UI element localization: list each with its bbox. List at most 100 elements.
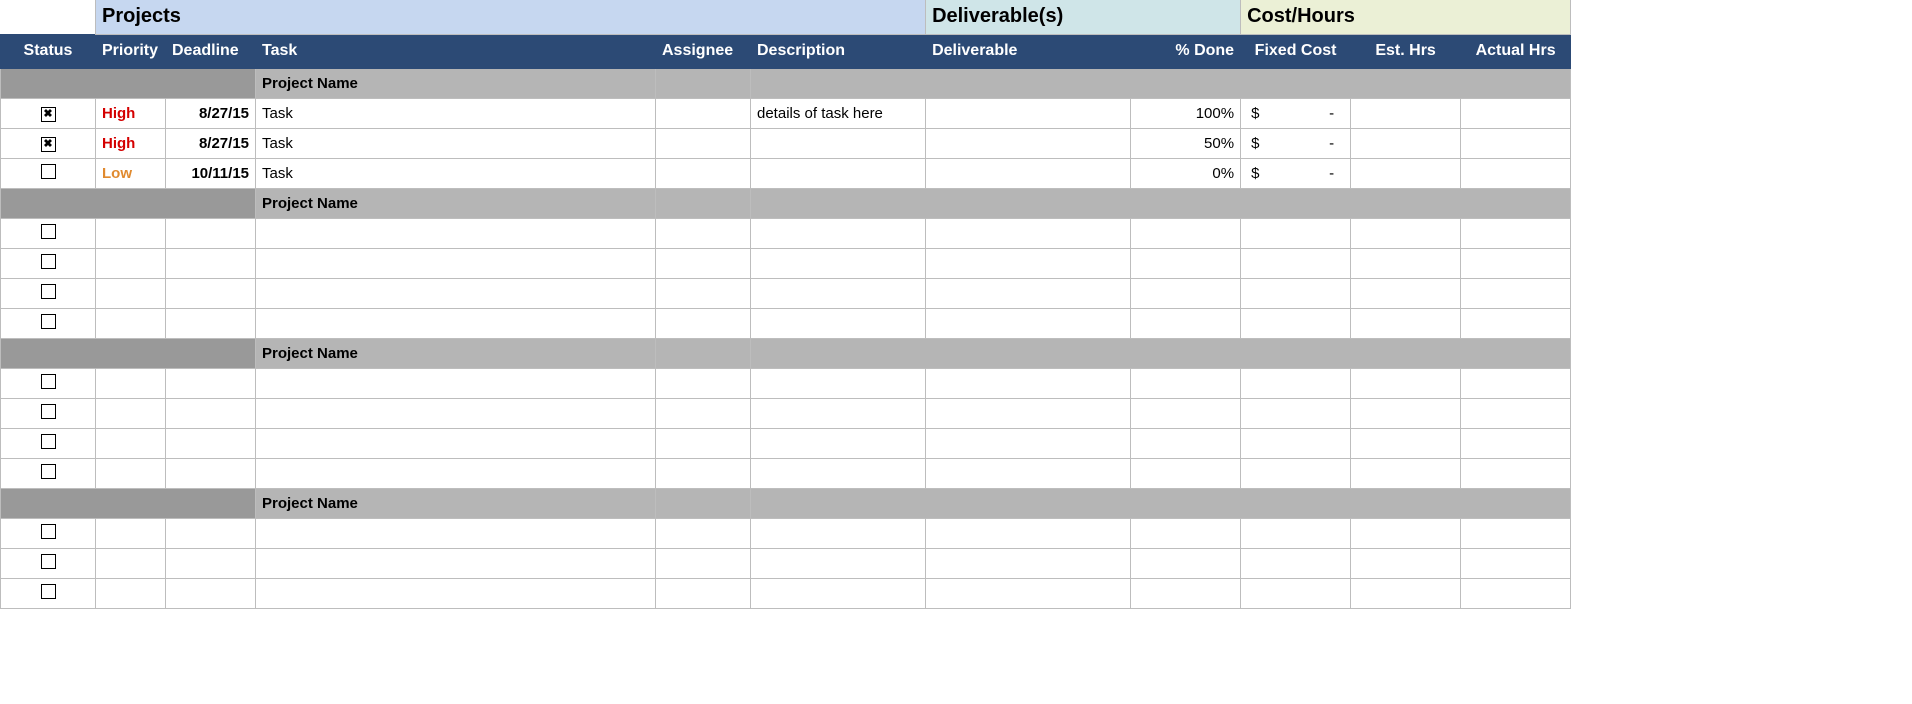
fixed-cost-cell[interactable] xyxy=(1241,458,1351,488)
status-cell[interactable] xyxy=(1,428,96,458)
priority-cell[interactable] xyxy=(96,278,166,308)
task-row[interactable] xyxy=(1,428,1571,458)
status-cell[interactable] xyxy=(1,368,96,398)
deadline-cell[interactable] xyxy=(166,428,256,458)
actual-hrs-cell[interactable] xyxy=(1461,518,1571,548)
col-assignee[interactable]: Assignee xyxy=(656,34,751,68)
status-checkbox-icon[interactable] xyxy=(41,554,56,569)
project-name-cell[interactable]: Project Name xyxy=(256,338,656,368)
project-group-row[interactable]: Project Name xyxy=(1,68,1571,98)
task-row[interactable] xyxy=(1,278,1571,308)
est-hrs-cell[interactable] xyxy=(1351,518,1461,548)
est-hrs-cell[interactable] xyxy=(1351,428,1461,458)
deliverable-cell[interactable] xyxy=(926,518,1131,548)
fixed-cost-cell[interactable]: $- xyxy=(1241,158,1351,188)
actual-hrs-cell[interactable] xyxy=(1461,368,1571,398)
status-cell[interactable] xyxy=(1,578,96,608)
description-cell[interactable]: details of task here xyxy=(751,98,926,128)
actual-hrs-cell[interactable] xyxy=(1461,458,1571,488)
pct-done-cell[interactable] xyxy=(1131,248,1241,278)
status-cell[interactable] xyxy=(1,248,96,278)
description-cell[interactable] xyxy=(751,158,926,188)
description-cell[interactable] xyxy=(751,458,926,488)
pct-done-cell[interactable] xyxy=(1131,548,1241,578)
project-group-row[interactable]: Project Name xyxy=(1,338,1571,368)
status-cell[interactable] xyxy=(1,158,96,188)
assignee-cell[interactable] xyxy=(656,98,751,128)
description-cell[interactable] xyxy=(751,548,926,578)
deliverable-cell[interactable] xyxy=(926,458,1131,488)
actual-hrs-cell[interactable] xyxy=(1461,398,1571,428)
task-cell[interactable] xyxy=(256,518,656,548)
deadline-cell[interactable] xyxy=(166,248,256,278)
description-cell[interactable] xyxy=(751,518,926,548)
fixed-cost-cell[interactable] xyxy=(1241,518,1351,548)
deadline-cell[interactable]: 10/11/15 xyxy=(166,158,256,188)
description-cell[interactable] xyxy=(751,578,926,608)
actual-hrs-cell[interactable] xyxy=(1461,578,1571,608)
priority-cell[interactable] xyxy=(96,218,166,248)
pct-done-cell[interactable] xyxy=(1131,578,1241,608)
deadline-cell[interactable] xyxy=(166,518,256,548)
col-pct-done[interactable]: % Done xyxy=(1131,34,1241,68)
task-row[interactable] xyxy=(1,578,1571,608)
pct-done-cell[interactable] xyxy=(1131,398,1241,428)
deadline-cell[interactable] xyxy=(166,368,256,398)
status-checkbox-icon[interactable] xyxy=(41,434,56,449)
assignee-cell[interactable] xyxy=(656,398,751,428)
pct-done-cell[interactable]: 100% xyxy=(1131,98,1241,128)
task-cell[interactable] xyxy=(256,548,656,578)
deliverable-cell[interactable] xyxy=(926,308,1131,338)
actual-hrs-cell[interactable] xyxy=(1461,248,1571,278)
project-name-cell[interactable]: Project Name xyxy=(256,488,656,518)
pct-done-cell[interactable] xyxy=(1131,278,1241,308)
deliverable-cell[interactable] xyxy=(926,128,1131,158)
actual-hrs-cell[interactable] xyxy=(1461,218,1571,248)
est-hrs-cell[interactable] xyxy=(1351,458,1461,488)
col-status[interactable]: Status xyxy=(1,34,96,68)
fixed-cost-cell[interactable]: $- xyxy=(1241,128,1351,158)
status-checkbox-icon[interactable] xyxy=(41,584,56,599)
status-checkbox-icon[interactable] xyxy=(41,404,56,419)
deliverable-cell[interactable] xyxy=(926,158,1131,188)
status-cell[interactable] xyxy=(1,308,96,338)
task-row[interactable] xyxy=(1,248,1571,278)
col-est-hrs[interactable]: Est. Hrs xyxy=(1351,34,1461,68)
status-checkbox-icon[interactable] xyxy=(41,524,56,539)
deadline-cell[interactable]: 8/27/15 xyxy=(166,128,256,158)
description-cell[interactable] xyxy=(751,308,926,338)
task-row[interactable] xyxy=(1,398,1571,428)
pct-done-cell[interactable] xyxy=(1131,428,1241,458)
fixed-cost-cell[interactable] xyxy=(1241,368,1351,398)
fixed-cost-cell[interactable] xyxy=(1241,578,1351,608)
actual-hrs-cell[interactable] xyxy=(1461,278,1571,308)
col-fixed-cost[interactable]: Fixed Cost xyxy=(1241,34,1351,68)
description-cell[interactable] xyxy=(751,128,926,158)
priority-cell[interactable] xyxy=(96,548,166,578)
description-cell[interactable] xyxy=(751,278,926,308)
status-cell[interactable] xyxy=(1,98,96,128)
description-cell[interactable] xyxy=(751,428,926,458)
deadline-cell[interactable] xyxy=(166,308,256,338)
pct-done-cell[interactable]: 0% xyxy=(1131,158,1241,188)
assignee-cell[interactable] xyxy=(656,248,751,278)
fixed-cost-cell[interactable] xyxy=(1241,308,1351,338)
priority-cell[interactable]: High xyxy=(96,98,166,128)
est-hrs-cell[interactable] xyxy=(1351,128,1461,158)
description-cell[interactable] xyxy=(751,368,926,398)
priority-cell[interactable] xyxy=(96,518,166,548)
col-description[interactable]: Description xyxy=(751,34,926,68)
task-cell[interactable] xyxy=(256,368,656,398)
priority-cell[interactable] xyxy=(96,308,166,338)
description-cell[interactable] xyxy=(751,248,926,278)
est-hrs-cell[interactable] xyxy=(1351,218,1461,248)
status-checkbox-icon[interactable] xyxy=(41,224,56,239)
status-cell[interactable] xyxy=(1,458,96,488)
actual-hrs-cell[interactable] xyxy=(1461,158,1571,188)
task-row[interactable] xyxy=(1,548,1571,578)
task-row[interactable] xyxy=(1,308,1571,338)
col-priority[interactable]: Priority xyxy=(96,34,166,68)
deadline-cell[interactable] xyxy=(166,548,256,578)
task-cell[interactable] xyxy=(256,458,656,488)
status-cell[interactable] xyxy=(1,218,96,248)
